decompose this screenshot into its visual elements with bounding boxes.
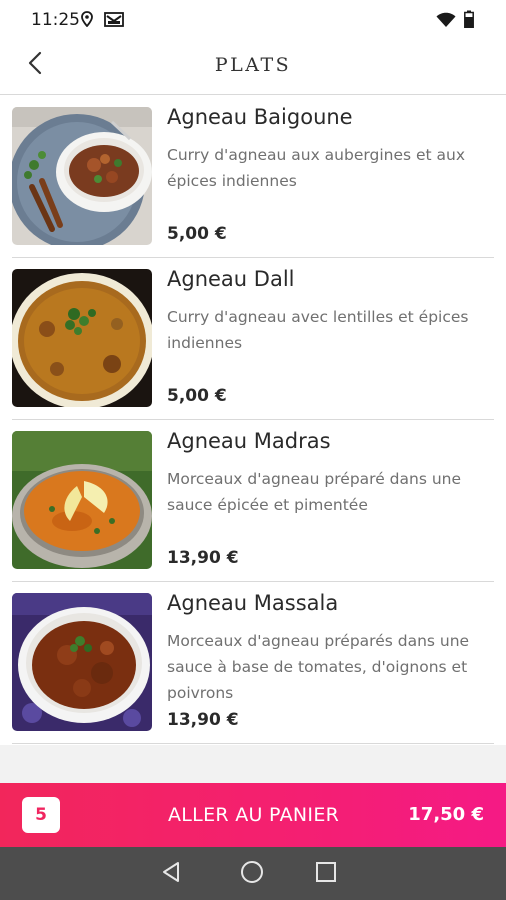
dish-image — [12, 269, 152, 407]
dish-price: 5,00 € — [167, 386, 227, 406]
dish-name: Agneau Dall — [167, 267, 295, 291]
dish-image — [12, 431, 152, 569]
home-circle-icon — [240, 860, 264, 888]
nav-home-button[interactable] — [239, 861, 265, 887]
cart-total: 17,50 € — [408, 804, 484, 825]
dish-item-agneau-dall[interactable]: Agneau Dall Curry d'agneau avec lentille… — [12, 257, 494, 420]
dish-name: Agneau Baigoune — [167, 105, 353, 129]
wifi-icon — [436, 12, 456, 32]
go-to-cart-button[interactable]: 5 ALLER AU PANIER 17,50 € — [0, 783, 506, 847]
dish-item-agneau-massala[interactable]: Agneau Massala Morceaux d'agneau préparé… — [12, 581, 494, 744]
dish-name: Agneau Madras — [167, 429, 331, 453]
page-title: PLATS — [214, 54, 292, 76]
dish-description: Morceaux d'agneau préparé dans une sauce… — [167, 470, 462, 514]
dish-price: 13,90 € — [167, 710, 239, 730]
cart-label: ALLER AU PANIER — [168, 804, 340, 826]
nav-recents-button[interactable] — [313, 861, 339, 887]
dish-name: Agneau Massala — [167, 591, 339, 615]
battery-icon — [464, 10, 474, 32]
location-icon — [81, 11, 93, 31]
dish-image — [12, 107, 152, 245]
dish-description: Curry d'agneau avec lentilles et épices … — [167, 308, 469, 352]
recents-square-icon — [315, 861, 337, 887]
dish-list: Agneau Baigoune Curry d'agneau aux auber… — [0, 95, 506, 745]
system-nav-bar — [0, 847, 506, 900]
dish-description: Morceaux d'agneau préparés dans une sauc… — [167, 632, 470, 702]
header: PLATS — [0, 40, 506, 95]
dish-image — [12, 593, 152, 731]
nav-back-button[interactable] — [158, 861, 184, 887]
dish-price: 13,90 € — [167, 548, 239, 568]
dish-description: Curry d'agneau aux aubergines et aux épi… — [167, 146, 466, 190]
cart-count-badge: 5 — [22, 797, 60, 833]
mail-icon — [104, 12, 124, 31]
list-footer-spacer — [0, 745, 506, 783]
dish-item-agneau-madras[interactable]: Agneau Madras Morceaux d'agneau préparé … — [12, 419, 494, 582]
dish-item-agneau-baigoune[interactable]: Agneau Baigoune Curry d'agneau aux auber… — [12, 95, 494, 258]
status-time: 11:25 — [31, 10, 80, 30]
dish-price: 5,00 € — [167, 224, 227, 244]
back-triangle-icon — [161, 861, 181, 887]
status-bar: 11:25 — [0, 0, 506, 40]
